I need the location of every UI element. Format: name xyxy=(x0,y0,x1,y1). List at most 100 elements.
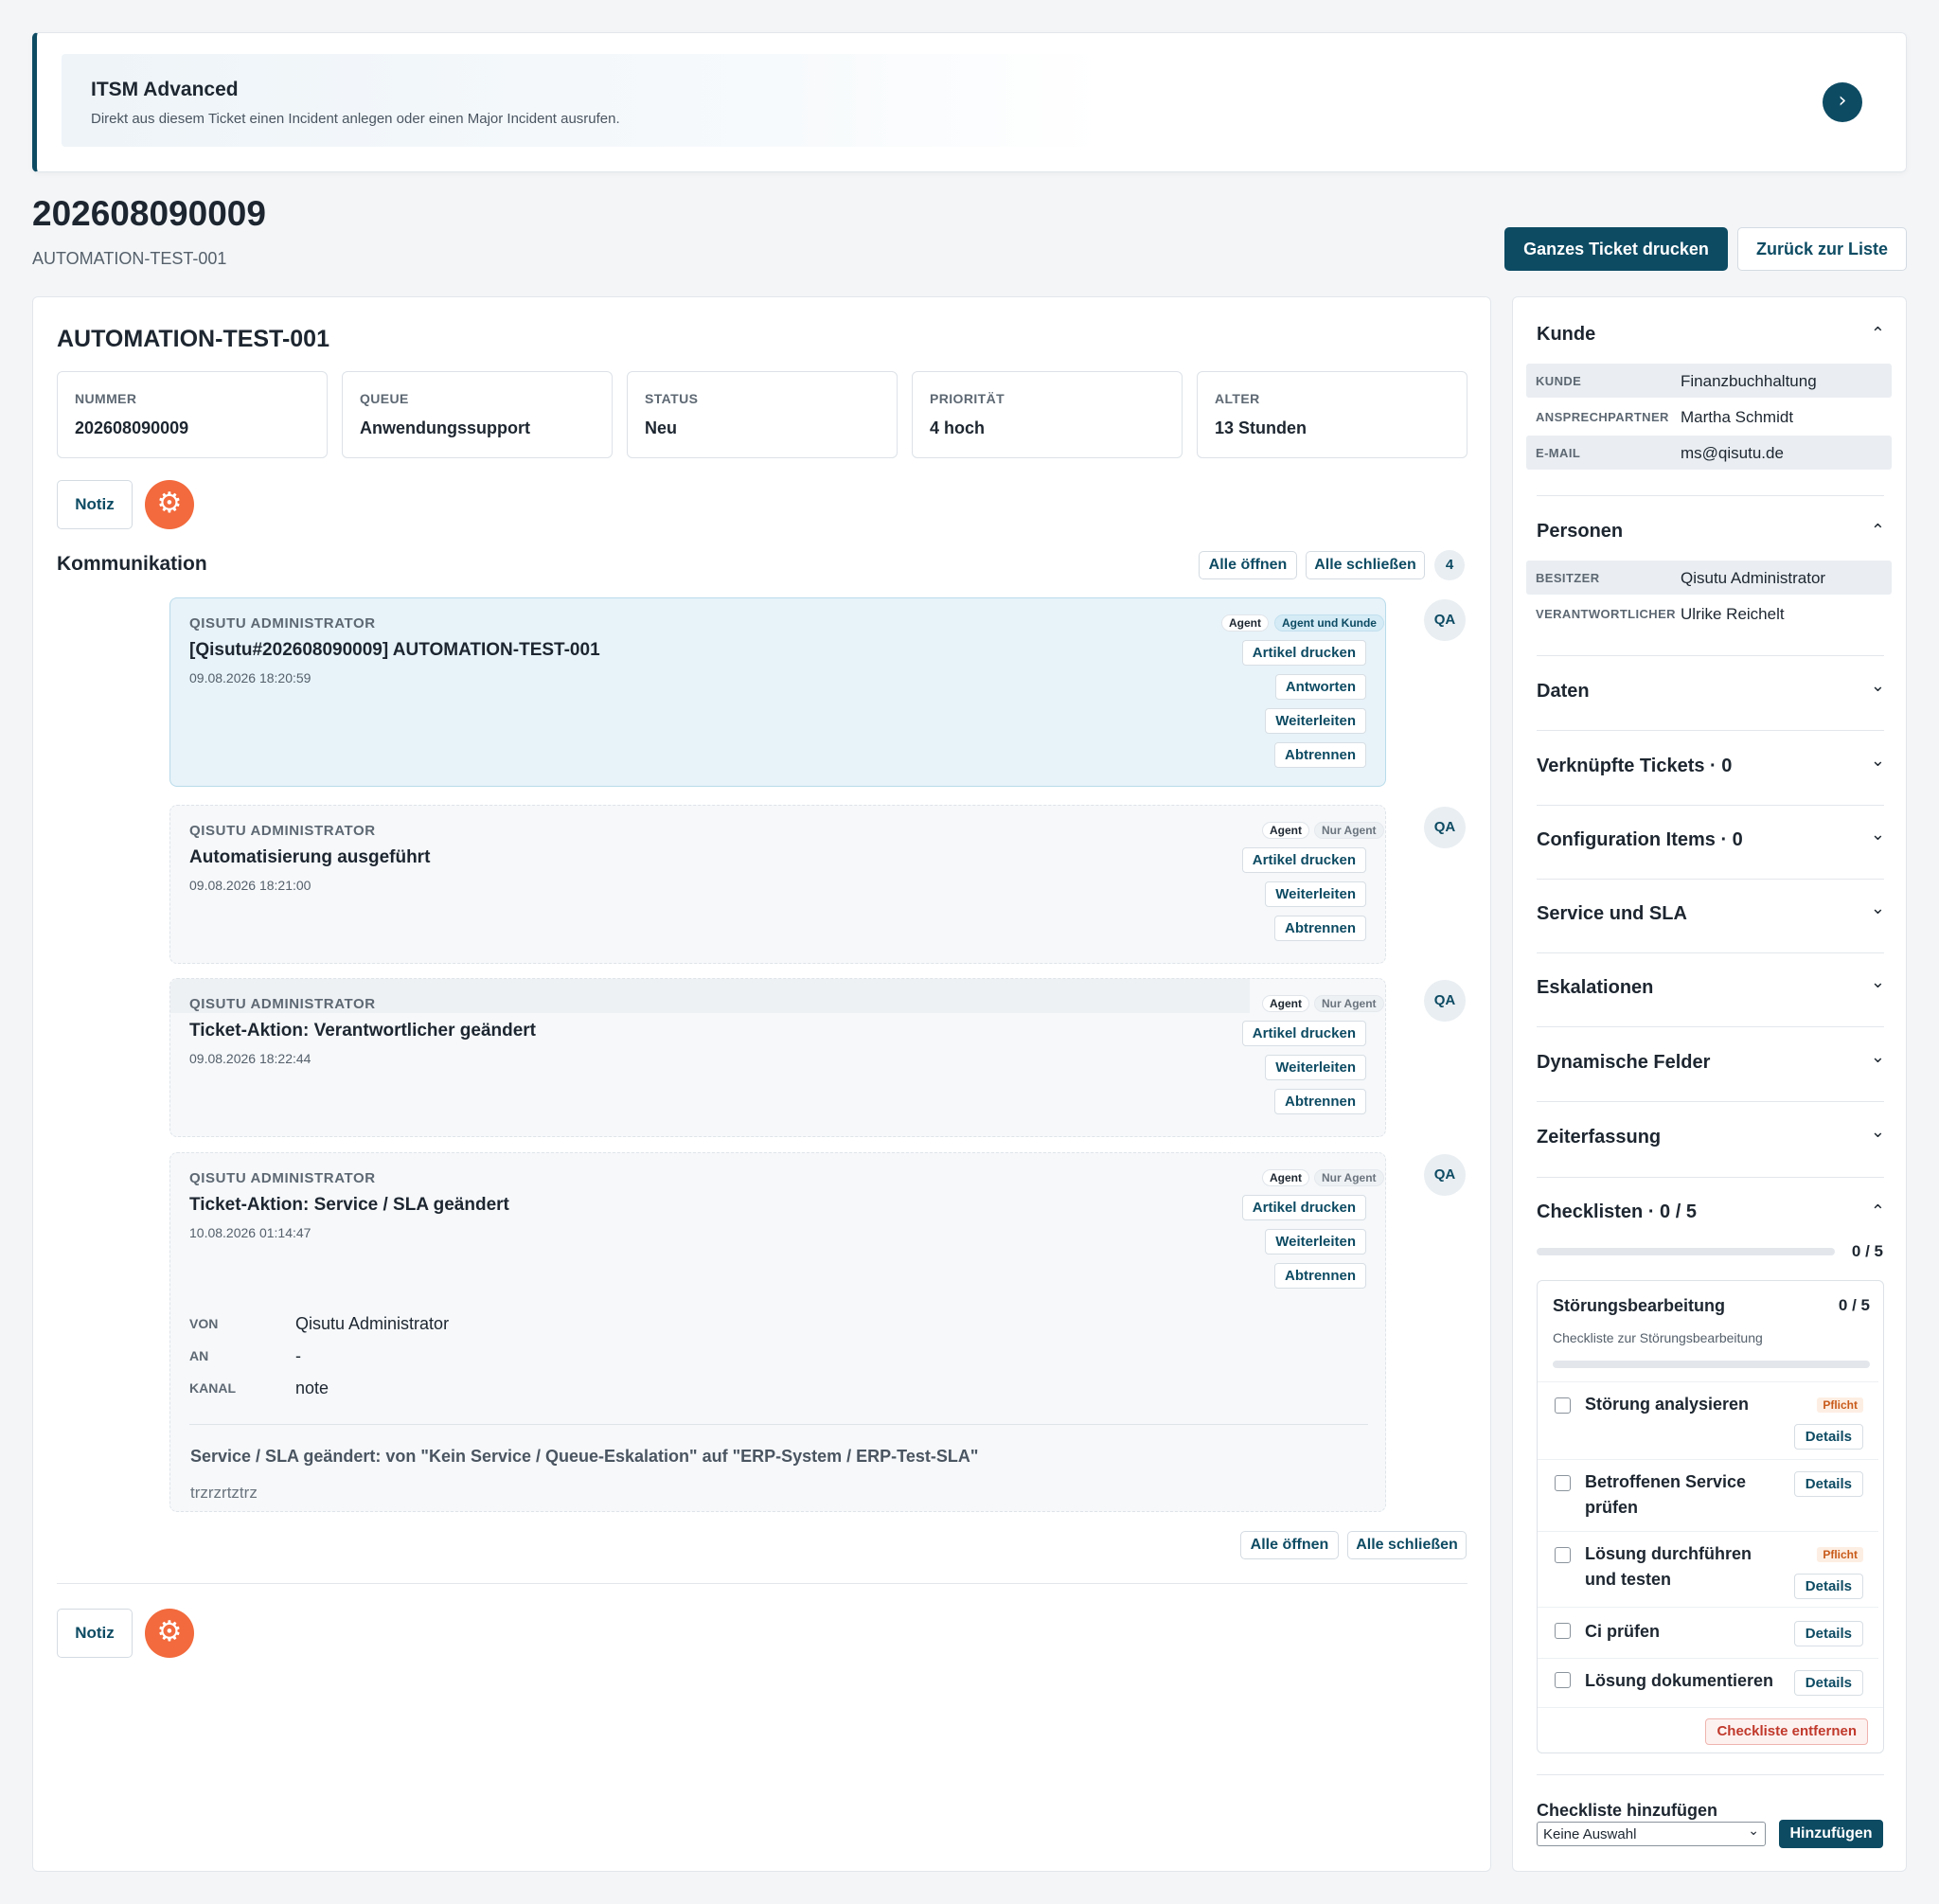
remove-checklist-button[interactable]: Checkliste entfernen xyxy=(1705,1718,1868,1745)
chevron-up-icon[interactable]: ⌃ xyxy=(1871,521,1885,541)
article-subject: Ticket-Aktion: Service / SLA geändert xyxy=(189,1195,509,1215)
split-button[interactable]: Abtrennen xyxy=(1274,1089,1366,1114)
note-button[interactable]: Notiz xyxy=(57,480,133,529)
article-time: 09.08.2026 18:22:44 xyxy=(189,1051,311,1066)
info-value: 4 hoch xyxy=(930,418,986,437)
ticket-number: 202608090009 xyxy=(32,194,266,233)
visibility-tag: Nur Agent xyxy=(1314,1169,1384,1186)
section-title-time-tracking[interactable]: Zeiterfassung xyxy=(1537,1127,1661,1148)
required-badge: Pflicht xyxy=(1817,1397,1863,1413)
meta-value: note xyxy=(295,1379,329,1397)
section-title-service-sla[interactable]: Service und SLA xyxy=(1537,903,1687,925)
info-value: 202608090009 xyxy=(75,418,189,437)
gear-icon[interactable]: ⚙ xyxy=(145,1609,194,1658)
section-title-checklists[interactable]: Checklisten · 0 / 5 xyxy=(1537,1201,1697,1223)
chevron-up-icon[interactable]: ⌃ xyxy=(1871,324,1885,344)
kv-value: Qisutu Administrator xyxy=(1681,569,1826,587)
kv-value: Ulrike Reichelt xyxy=(1681,605,1785,623)
checklist-checkbox[interactable] xyxy=(1555,1475,1571,1491)
open-all-button-bottom[interactable]: Alle öffnen xyxy=(1240,1531,1339,1559)
forward-button[interactable]: Weiterleiten xyxy=(1265,1229,1366,1255)
chevron-right-icon[interactable]: › xyxy=(1823,82,1862,122)
article-subject: [Qisutu#202608090009] AUTOMATION-TEST-00… xyxy=(189,640,600,660)
gear-icon[interactable]: ⚙ xyxy=(145,480,194,529)
banner-title: ITSM Advanced xyxy=(91,79,239,100)
article-card[interactable]: QISUTU ADMINISTRATOR [Qisutu#20260809000… xyxy=(169,597,1386,787)
print-article-button[interactable]: Artikel drucken xyxy=(1241,847,1366,873)
checklist-item: Betroffenen Service prüfen Details xyxy=(1538,1459,1878,1531)
note-button-bottom[interactable]: Notiz xyxy=(57,1609,133,1658)
info-label: STATUS xyxy=(645,391,699,406)
section-divider xyxy=(1537,1026,1884,1027)
chevron-down-icon[interactable]: ⌄ xyxy=(1871,751,1885,771)
kv-value[interactable]: ms@qisutu.de xyxy=(1681,444,1784,463)
role-tag: Agent xyxy=(1262,822,1309,839)
checklist-checkbox[interactable] xyxy=(1555,1672,1571,1688)
back-to-list-button[interactable]: Zurück zur Liste xyxy=(1737,227,1907,271)
forward-button[interactable]: Weiterleiten xyxy=(1265,1055,1366,1080)
section-divider xyxy=(1537,1177,1884,1178)
print-ticket-button[interactable]: Ganzes Ticket drucken xyxy=(1504,227,1728,271)
section-divider xyxy=(1537,1101,1884,1102)
kv-value: Martha Schmidt xyxy=(1681,408,1794,426)
info-age: ALTER 13 Stunden xyxy=(1197,371,1468,458)
info-value: Neu xyxy=(645,418,678,437)
chevron-down-icon[interactable]: ⌄ xyxy=(1871,825,1885,845)
details-button[interactable]: Details xyxy=(1793,1574,1863,1599)
article-card[interactable]: QISUTU ADMINISTRATOR Ticket-Aktion: Vera… xyxy=(169,978,1386,1137)
article-time: 10.08.2026 01:14:47 xyxy=(189,1225,311,1240)
open-all-button[interactable]: Alle öffnen xyxy=(1199,551,1297,579)
chevron-down-icon[interactable]: ⌄ xyxy=(1871,972,1885,992)
split-button[interactable]: Abtrennen xyxy=(1274,916,1366,941)
details-button[interactable]: Details xyxy=(1793,1471,1863,1497)
article-body-headline: Service / SLA geändert: von "Kein Servic… xyxy=(190,1447,979,1466)
checklist-checkbox[interactable] xyxy=(1555,1397,1571,1414)
checklist-item: Ci prüfen Details xyxy=(1538,1607,1878,1658)
chevron-down-icon[interactable]: ⌄ xyxy=(1871,899,1885,918)
chevron-up-icon[interactable]: ⌃ xyxy=(1871,1201,1885,1221)
forward-button[interactable]: Weiterleiten xyxy=(1265,708,1366,734)
checklist-checkbox[interactable] xyxy=(1555,1547,1571,1563)
chevron-down-icon[interactable]: ⌄ xyxy=(1871,1047,1885,1067)
kv-row: E-MAIL ms@qisutu.de xyxy=(1526,436,1892,470)
print-article-button[interactable]: Artikel drucken xyxy=(1241,640,1366,666)
chevron-down-icon[interactable]: ⌄ xyxy=(1871,1122,1885,1142)
details-button[interactable]: Details xyxy=(1793,1424,1863,1450)
close-all-button-bottom[interactable]: Alle schließen xyxy=(1347,1531,1467,1559)
print-article-button[interactable]: Artikel drucken xyxy=(1241,1195,1366,1220)
kv-label: E-MAIL xyxy=(1536,446,1581,460)
role-tag: Agent xyxy=(1262,995,1309,1012)
section-title-kunde[interactable]: Kunde xyxy=(1537,324,1595,346)
forward-button[interactable]: Weiterleiten xyxy=(1265,881,1366,907)
kv-row: VERANTWORTLICHER Ulrike Reichelt xyxy=(1526,596,1892,631)
reply-button[interactable]: Antworten xyxy=(1274,674,1366,700)
section-title-escalations[interactable]: Eskalationen xyxy=(1537,977,1653,999)
chevron-down-icon[interactable]: ⌄ xyxy=(1871,676,1885,696)
section-title-personen[interactable]: Personen xyxy=(1537,521,1623,543)
checklist-item: Lösung dokumentieren Details xyxy=(1538,1658,1878,1707)
print-article-button[interactable]: Artikel drucken xyxy=(1241,1021,1366,1046)
avatar: QA xyxy=(1424,1154,1466,1196)
details-button[interactable]: Details xyxy=(1793,1670,1863,1696)
section-title-daten[interactable]: Daten xyxy=(1537,681,1590,703)
checklist-select[interactable]: Keine Auswahl ⌄ xyxy=(1537,1822,1766,1846)
checklist-checkbox[interactable] xyxy=(1555,1623,1571,1639)
article-card-expanded[interactable]: QISUTU ADMINISTRATOR Ticket-Aktion: Serv… xyxy=(169,1152,1386,1512)
meta-label: AN xyxy=(189,1348,209,1363)
banner-subtitle: Direkt aus diesem Ticket einen Incident … xyxy=(91,111,620,127)
split-button[interactable]: Abtrennen xyxy=(1274,1263,1366,1289)
article-card[interactable]: QISUTU ADMINISTRATOR Automatisierung aus… xyxy=(169,805,1386,964)
split-button[interactable]: Abtrennen xyxy=(1274,742,1366,768)
article-body-text: trzrzrtztrz xyxy=(190,1484,258,1502)
meta-value: - xyxy=(295,1346,301,1365)
ticket-title: AUTOMATION-TEST-001 xyxy=(32,249,227,268)
close-all-button[interactable]: Alle schließen xyxy=(1306,551,1425,579)
add-checklist-button[interactable]: Hinzufügen xyxy=(1779,1820,1883,1848)
section-title-dynamic-fields[interactable]: Dynamische Felder xyxy=(1537,1052,1710,1074)
section-divider xyxy=(1537,952,1884,953)
details-button[interactable]: Details xyxy=(1793,1621,1863,1646)
section-title-config-items[interactable]: Configuration Items · 0 xyxy=(1537,829,1743,851)
chevron-down-icon: ⌄ xyxy=(1748,1824,1759,1839)
article-count-badge: 4 xyxy=(1434,550,1465,580)
section-title-linked-tickets[interactable]: Verknüpfte Tickets · 0 xyxy=(1537,756,1732,777)
